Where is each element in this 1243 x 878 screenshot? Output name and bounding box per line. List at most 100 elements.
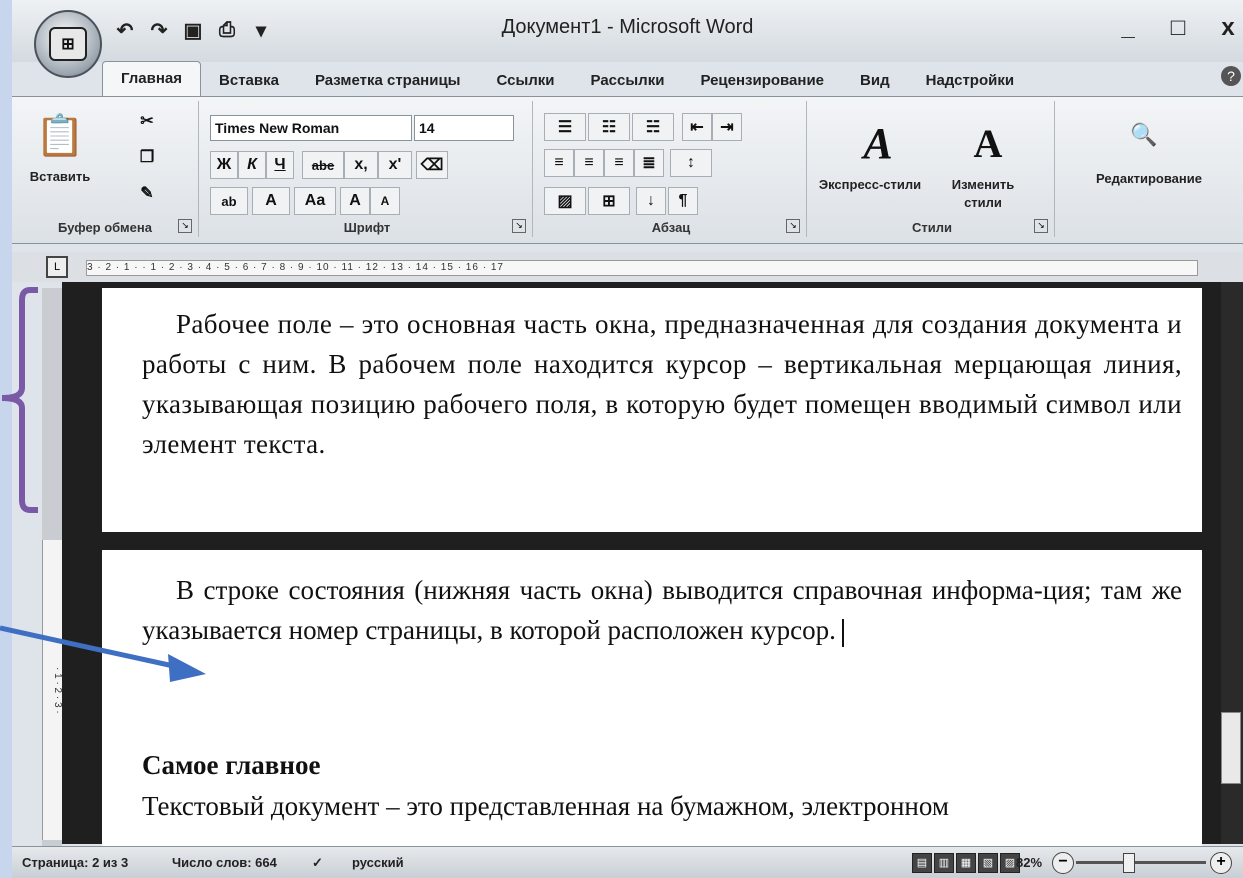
tab-page-layout[interactable]: Разметка страницы <box>297 66 479 96</box>
increase-indent-button[interactable]: ⇥ <box>712 113 742 141</box>
office-logo-icon: ⊞ <box>49 27 87 61</box>
clipboard-launcher-icon[interactable]: ↘ <box>178 219 192 233</box>
ribbon: 📋 Вставить ✂ ❐ ✎ Буфер обмена ↘ Times Ne… <box>12 96 1243 244</box>
font-color-button[interactable]: A <box>252 187 290 215</box>
font-launcher-icon[interactable]: ↘ <box>512 219 526 233</box>
outline-view-icon[interactable]: ▧ <box>978 853 998 873</box>
bold-button[interactable]: Ж <box>210 151 238 179</box>
page-1[interactable]: Рабочее поле – это основная часть окна, … <box>102 288 1202 532</box>
highlight-button[interactable]: ab <box>210 187 248 215</box>
zoom-slider-thumb[interactable] <box>1123 853 1135 873</box>
align-left-button[interactable]: ≡ <box>544 149 574 177</box>
document-workspace[interactable]: Рабочее поле – это основная часть окна, … <box>62 282 1232 850</box>
sort-button[interactable]: ↓ <box>636 187 666 215</box>
styles-group: A A Экспресс-стили Изменить стили Стили … <box>810 101 1055 237</box>
font-name-field[interactable]: Times New Roman <box>210 115 412 141</box>
word-count-indicator[interactable]: Число слов: 664 <box>172 855 277 870</box>
vertical-scrollbar[interactable] <box>1221 282 1243 844</box>
ruler-scale[interactable]: 3 · 2 · 1 · · 1 · 2 · 3 · 4 · 5 · 6 · 7 … <box>86 260 1198 276</box>
bullets-button[interactable]: ☰ <box>544 113 586 141</box>
cut-icon[interactable]: ✂ <box>132 107 162 135</box>
tab-home[interactable]: Главная <box>102 61 202 96</box>
change-styles-button[interactable]: Изменить <box>928 177 1038 192</box>
editing-button[interactable]: Редактирование <box>1058 171 1240 186</box>
font-size-field[interactable]: 14 <box>414 115 514 141</box>
tab-insert[interactable]: Вставка <box>201 66 297 96</box>
paragraph-launcher-icon[interactable]: ↘ <box>786 219 800 233</box>
page-number-indicator[interactable]: Страница: 2 из 3 <box>22 855 128 870</box>
paragraph-definition[interactable]: Текстовый документ – это представленная … <box>142 786 1182 826</box>
web-layout-icon[interactable]: ▦ <box>956 853 976 873</box>
shading-button[interactable]: ▨ <box>544 187 586 215</box>
window-title: Документ1 - Microsoft Word <box>501 16 754 38</box>
tab-addins[interactable]: Надстройки <box>908 66 1032 96</box>
paragraph-group: ☰ ☷ ☵ ⇤ ⇥ ≡ ≡ ≡ ≣ ↕ ▨ ⊞ ↓ ¶ Абзац ↘ <box>536 101 807 237</box>
tab-view[interactable]: Вид <box>842 66 908 96</box>
zoom-level[interactable]: 82% <box>1016 855 1042 870</box>
language-indicator[interactable]: русский <box>352 855 404 870</box>
zoom-in-button[interactable]: + <box>1210 852 1232 874</box>
paragraph-status-bar[interactable]: В строке состояния (нижняя часть окна) в… <box>142 570 1182 650</box>
proofing-icon[interactable]: ✓ <box>312 855 323 871</box>
zoom-out-button[interactable]: − <box>1052 852 1074 874</box>
format-painter-icon[interactable]: ✎ <box>132 179 162 207</box>
superscript-button[interactable]: x' <box>378 151 412 179</box>
maximize-button[interactable]: □ <box>1167 14 1189 42</box>
tab-review[interactable]: Рецензирование <box>682 66 842 96</box>
minimize-button[interactable]: _ <box>1117 14 1139 42</box>
copy-icon[interactable]: ❐ <box>132 143 162 171</box>
binoculars-icon[interactable]: 🔍 <box>1124 117 1164 153</box>
paragraph-group-label: Абзац <box>651 220 691 235</box>
vertical-ruler-scale[interactable]: · 1 · 2 · 3 · <box>42 540 64 840</box>
quick-styles-icon[interactable]: A <box>850 115 906 171</box>
styles-group-label: Стили <box>912 220 952 235</box>
styles-launcher-icon[interactable]: ↘ <box>1034 219 1048 233</box>
align-right-button[interactable]: ≡ <box>604 149 634 177</box>
print-layout-icon[interactable]: ▤ <box>912 853 932 873</box>
office-button[interactable]: ⊞ <box>34 10 102 78</box>
paste-icon[interactable]: 📋 <box>30 105 90 165</box>
decrease-indent-button[interactable]: ⇤ <box>682 113 712 141</box>
full-screen-reading-icon[interactable]: ▥ <box>934 853 954 873</box>
paste-button[interactable]: Вставить <box>20 169 100 184</box>
change-styles-button-line2: стили <box>964 195 1002 210</box>
strikethrough-button[interactable]: abe <box>302 151 344 179</box>
tab-mailings[interactable]: Рассылки <box>573 66 683 96</box>
tab-references[interactable]: Ссылки <box>478 66 572 96</box>
italic-button[interactable]: К <box>238 151 266 179</box>
clear-formatting-button[interactable]: ⌫ <box>416 151 448 179</box>
ribbon-tabs: Главная Вставка Разметка страницы Ссылки… <box>102 60 1032 96</box>
close-button[interactable]: x <box>1217 14 1239 42</box>
heading-main[interactable]: Самое главное <box>142 750 320 781</box>
justify-button[interactable]: ≣ <box>634 149 664 177</box>
subscript-button[interactable]: x, <box>344 151 378 179</box>
change-styles-icon[interactable]: A <box>960 115 1016 171</box>
font-group-label: Шрифт <box>343 220 391 235</box>
editing-group: 🔍 Редактирование <box>1058 101 1240 237</box>
borders-button[interactable]: ⊞ <box>588 187 630 215</box>
numbering-button[interactable]: ☷ <box>588 113 630 141</box>
grow-font-button[interactable]: A <box>340 187 370 215</box>
line-spacing-button[interactable]: ↕ <box>670 149 712 177</box>
change-case-button[interactable]: Aa <box>294 187 336 215</box>
word-window: ↶ ↷ ▣ ⎙ ▾ Документ1 - Microsoft Word _ □… <box>12 0 1243 878</box>
paragraph-workspace[interactable]: Рабочее поле – это основная часть окна, … <box>142 304 1182 464</box>
align-center-button[interactable]: ≡ <box>574 149 604 177</box>
scrollbar-thumb[interactable] <box>1221 712 1241 784</box>
paragraph-status-bar-text: В строке состояния (нижняя часть окна) в… <box>142 575 1182 645</box>
help-icon[interactable]: ? <box>1221 66 1241 86</box>
quick-styles-button[interactable]: Экспресс-стили <box>810 177 930 192</box>
tab-selector[interactable]: L <box>46 256 68 278</box>
multilevel-list-button[interactable]: ☵ <box>632 113 674 141</box>
horizontal-ruler: L 3 · 2 · 1 · · 1 · 2 · 3 · 4 · 5 · 6 · … <box>12 252 1243 282</box>
show-marks-button[interactable]: ¶ <box>668 187 698 215</box>
page-2[interactable]: В строке состояния (нижняя часть окна) в… <box>102 550 1202 850</box>
clipboard-group-label: Буфер обмена <box>58 220 152 235</box>
font-group: Times New Roman 14 Ж К Ч abe x, x' ⌫ ab … <box>202 101 533 237</box>
zoom-slider[interactable] <box>1076 861 1206 864</box>
clipboard-group: 📋 Вставить ✂ ❐ ✎ Буфер обмена ↘ <box>12 101 199 237</box>
window-controls: _ □ x <box>1117 14 1239 42</box>
underline-button[interactable]: Ч <box>266 151 294 179</box>
shrink-font-button[interactable]: A <box>370 187 400 215</box>
text-cursor <box>841 618 844 647</box>
